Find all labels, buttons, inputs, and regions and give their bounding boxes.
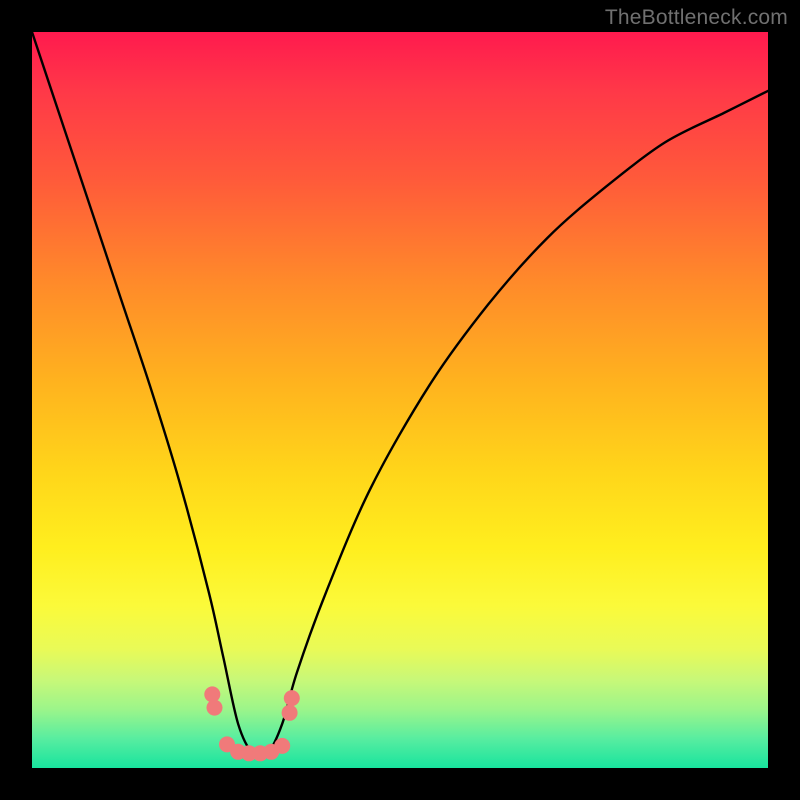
trough-marker (252, 745, 268, 761)
trough-marker (263, 744, 279, 760)
plot-area (32, 32, 768, 768)
trough-marker (282, 705, 298, 721)
trough-marker (241, 745, 257, 761)
curve-group (32, 32, 768, 757)
curve-svg (32, 32, 768, 768)
trough-markers (204, 686, 299, 761)
trough-marker (230, 744, 246, 760)
bottleneck-curve (32, 32, 768, 757)
trough-marker (204, 686, 220, 702)
trough-marker (207, 700, 223, 716)
trough-marker (284, 690, 300, 706)
trough-marker (274, 738, 290, 754)
watermark-text: TheBottleneck.com (605, 6, 788, 30)
chart-frame: TheBottleneck.com (0, 0, 800, 800)
trough-marker (219, 736, 235, 752)
